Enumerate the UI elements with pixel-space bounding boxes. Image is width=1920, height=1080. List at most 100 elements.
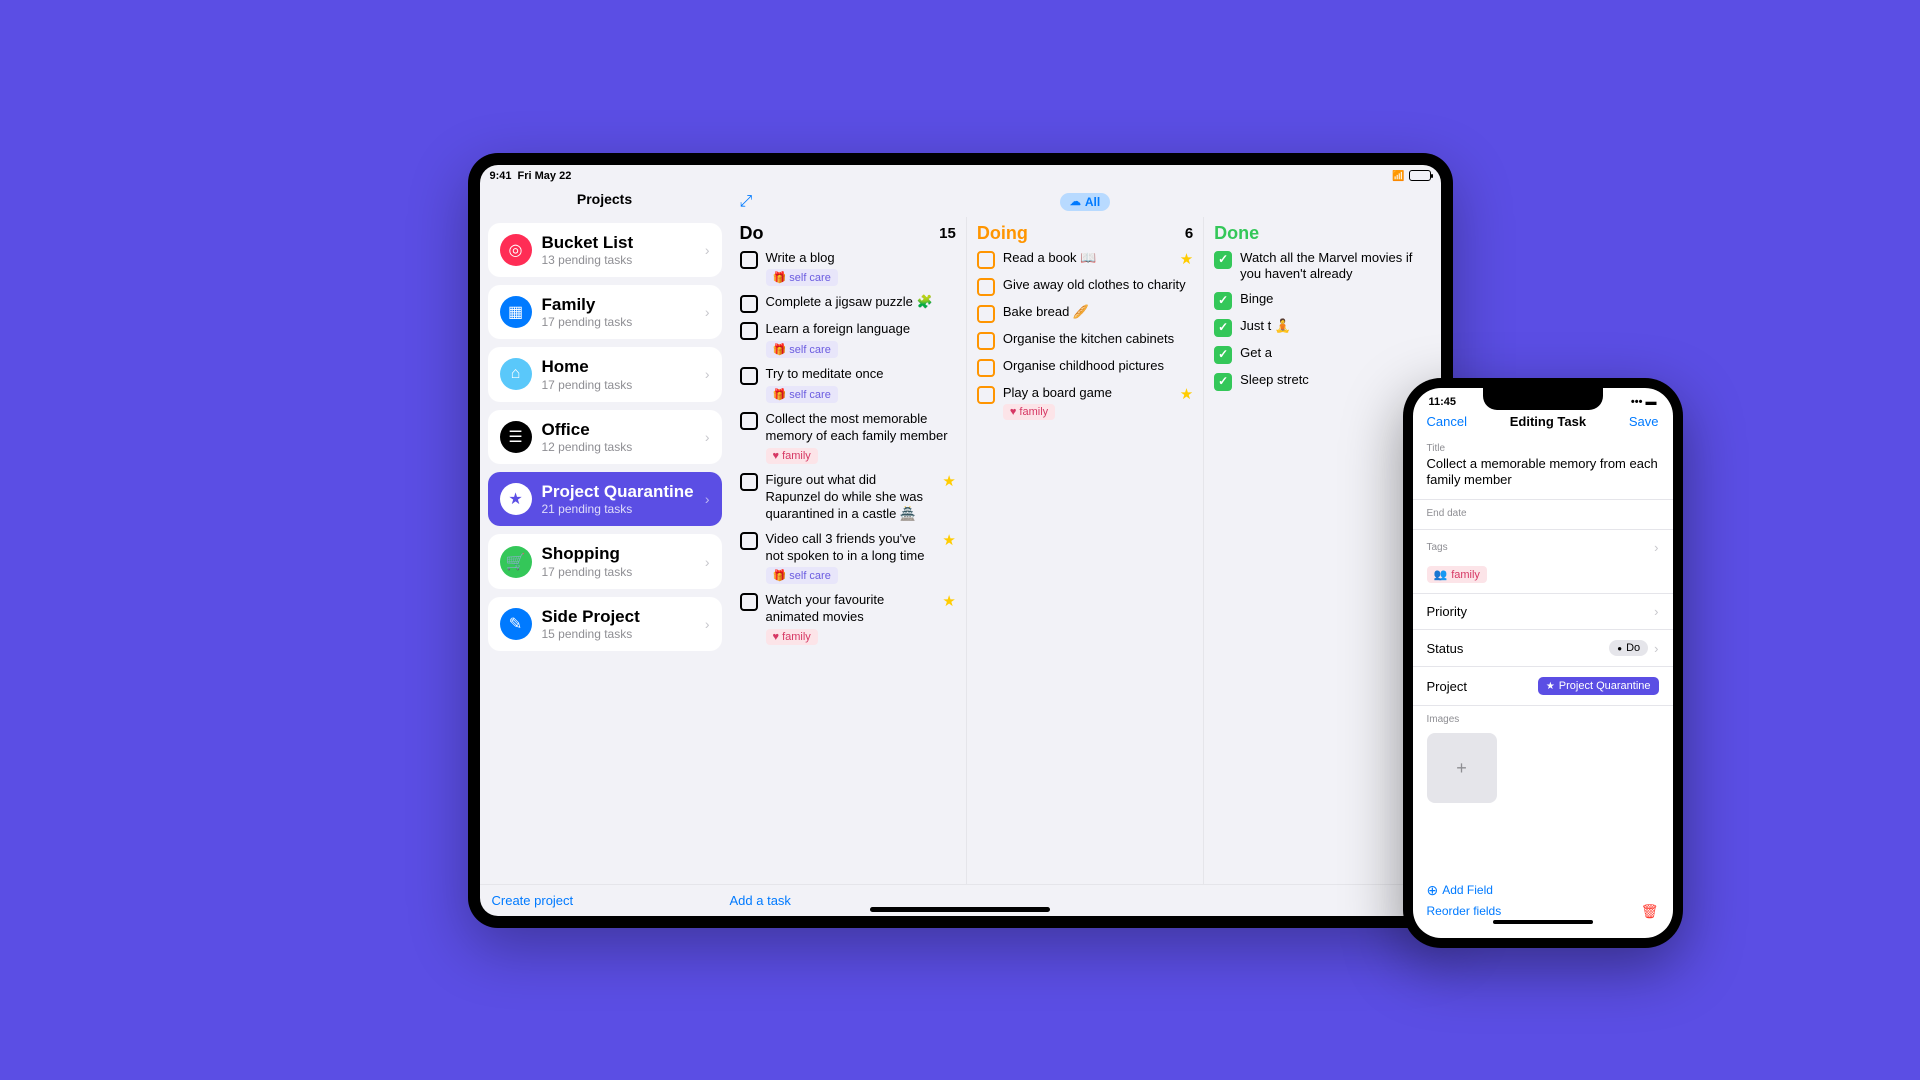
- title-input[interactable]: Collect a memorable memory from each fam…: [1413, 456, 1673, 501]
- task-item[interactable]: Organise childhood pictures: [977, 358, 1193, 377]
- column-title: Doing: [977, 223, 1028, 244]
- task-title: Binge: [1240, 291, 1430, 308]
- cancel-button[interactable]: Cancel: [1427, 414, 1467, 429]
- task-item[interactable]: Write a blog 🎁 self care: [740, 250, 956, 287]
- task-checkbox[interactable]: [1214, 373, 1232, 391]
- chevron-right-icon: ›: [705, 554, 710, 570]
- task-checkbox[interactable]: [977, 305, 995, 323]
- project-icon: ★: [500, 483, 532, 515]
- task-title: Video call 3 friends you've not spoken t…: [766, 531, 935, 565]
- project-name: Shopping: [542, 544, 695, 564]
- project-subtitle: 17 pending tasks: [542, 565, 695, 579]
- create-project-button[interactable]: Create project: [492, 893, 574, 908]
- task-checkbox[interactable]: [1214, 346, 1232, 364]
- end-date-field[interactable]: End date: [1413, 500, 1673, 530]
- project-icon: ⌂: [500, 358, 532, 390]
- task-checkbox[interactable]: [740, 412, 758, 430]
- battery-icon: [1409, 170, 1431, 181]
- project-icon: ☰: [500, 421, 532, 453]
- task-title: Watch all the Marvel movies if you haven…: [1240, 250, 1430, 284]
- star-icon[interactable]: ★: [942, 472, 955, 490]
- collapse-sidebar-icon[interactable]: ⤢: [740, 193, 753, 211]
- project-row[interactable]: Project Project Quarantine: [1413, 667, 1673, 706]
- ipad-screen: 9:41 Fri May 22 Projects ⤢ All ◎ Bucket …: [480, 165, 1441, 916]
- task-item[interactable]: Binge: [1214, 291, 1430, 310]
- star-icon[interactable]: ★: [942, 592, 955, 610]
- add-field-button[interactable]: Add Field: [1427, 882, 1659, 899]
- task-checkbox[interactable]: [977, 278, 995, 296]
- task-checkbox[interactable]: [1214, 251, 1232, 269]
- add-task-button[interactable]: Add a task: [730, 893, 791, 908]
- project-icon: ◎: [500, 234, 532, 266]
- iphone-signal-icons: ••• ▬: [1631, 396, 1657, 408]
- task-item[interactable]: Sleep stretc: [1214, 372, 1430, 391]
- sidebar-project-item[interactable]: ▦ Family 17 pending tasks ›: [488, 285, 722, 339]
- reorder-fields-button[interactable]: Reorder fields: [1427, 904, 1502, 918]
- task-item[interactable]: Organise the kitchen cabinets: [977, 331, 1193, 350]
- add-image-button[interactable]: +: [1427, 733, 1497, 803]
- task-checkbox[interactable]: [740, 473, 758, 491]
- sidebar-project-item[interactable]: 🛒 Shopping 17 pending tasks ›: [488, 534, 722, 588]
- selfcare-tag: 🎁 self care: [766, 341, 838, 358]
- star-icon[interactable]: ★: [1180, 250, 1193, 268]
- task-checkbox[interactable]: [740, 251, 758, 269]
- family-tag: ♥ family: [766, 629, 818, 645]
- save-button[interactable]: Save: [1629, 414, 1659, 429]
- task-checkbox[interactable]: [740, 322, 758, 340]
- task-item[interactable]: Read a book 📖 ★: [977, 250, 1193, 269]
- sidebar-project-item[interactable]: ★ Project Quarantine 21 pending tasks ›: [488, 472, 722, 526]
- task-checkbox[interactable]: [740, 532, 758, 550]
- task-item[interactable]: Learn a foreign language 🎁 self care: [740, 321, 956, 358]
- task-item[interactable]: Bake bread 🥖: [977, 304, 1193, 323]
- task-item[interactable]: Play a board game ♥ family ★: [977, 385, 1193, 421]
- task-title: Try to meditate once: [766, 366, 956, 383]
- iphone-home-indicator[interactable]: [1493, 920, 1593, 924]
- task-checkbox[interactable]: [977, 359, 995, 377]
- priority-row[interactable]: Priority ›: [1413, 594, 1673, 630]
- task-item[interactable]: Give away old clothes to charity: [977, 277, 1193, 296]
- family-tag: ♥ family: [766, 448, 818, 464]
- sidebar-project-item[interactable]: ☰ Office 12 pending tasks ›: [488, 410, 722, 464]
- home-indicator[interactable]: [870, 907, 1050, 912]
- delete-icon[interactable]: 🗑: [1641, 903, 1659, 920]
- task-checkbox[interactable]: [977, 386, 995, 404]
- star-icon[interactable]: ★: [1180, 385, 1193, 403]
- family-tag[interactable]: 👥 family: [1427, 566, 1487, 583]
- task-checkbox[interactable]: [977, 332, 995, 350]
- header-row: Projects ⤢ All: [480, 187, 1441, 217]
- task-item[interactable]: Video call 3 friends you've not spoken t…: [740, 531, 956, 585]
- sidebar-project-item[interactable]: ⌂ Home 17 pending tasks ›: [488, 347, 722, 401]
- column-doing: Doing 6 Read a book 📖 ★ Give away old cl…: [966, 217, 1203, 884]
- column-count: 6: [1185, 225, 1193, 242]
- column-title: Do: [740, 223, 764, 244]
- task-item[interactable]: Complete a jigsaw puzzle 🧩: [740, 294, 956, 313]
- task-checkbox[interactable]: [1214, 319, 1232, 337]
- project-name: Side Project: [542, 607, 695, 627]
- chevron-right-icon: ›: [705, 491, 710, 507]
- chevron-right-icon: ›: [705, 429, 710, 445]
- column-do: Do 15 Write a blog 🎁 self care Complete …: [730, 217, 966, 884]
- task-checkbox[interactable]: [740, 593, 758, 611]
- task-item[interactable]: Figure out what did Rapunzel do while sh…: [740, 472, 956, 523]
- task-checkbox[interactable]: [977, 251, 995, 269]
- kanban-board: Do 15 Write a blog 🎁 self care Complete …: [730, 217, 1441, 884]
- task-checkbox[interactable]: [740, 295, 758, 313]
- task-item[interactable]: Try to meditate once 🎁 self care: [740, 366, 956, 403]
- tags-row[interactable]: Tags ›: [1413, 530, 1673, 557]
- filter-all-button[interactable]: All: [1060, 193, 1110, 211]
- task-checkbox[interactable]: [740, 367, 758, 385]
- chevron-right-icon: ›: [1654, 604, 1658, 619]
- sidebar-project-item[interactable]: ◎ Bucket List 13 pending tasks ›: [488, 223, 722, 277]
- task-checkbox[interactable]: [1214, 292, 1232, 310]
- status-row[interactable]: Status Do ›: [1413, 630, 1673, 667]
- project-icon: ▦: [500, 296, 532, 328]
- task-item[interactable]: Just t 🧘: [1214, 318, 1430, 337]
- star-icon[interactable]: ★: [942, 531, 955, 549]
- task-item[interactable]: Collect the most memorable memory of eac…: [740, 411, 956, 464]
- task-item[interactable]: Watch your favourite animated movies ♥ f…: [740, 592, 956, 645]
- column-count: 15: [939, 225, 956, 242]
- iphone-screen: 11:45 ••• ▬ Cancel Editing Task Save Tit…: [1413, 388, 1673, 938]
- sidebar-project-item[interactable]: ✎ Side Project 15 pending tasks ›: [488, 597, 722, 651]
- task-item[interactable]: Watch all the Marvel movies if you haven…: [1214, 250, 1430, 284]
- task-item[interactable]: Get a: [1214, 345, 1430, 364]
